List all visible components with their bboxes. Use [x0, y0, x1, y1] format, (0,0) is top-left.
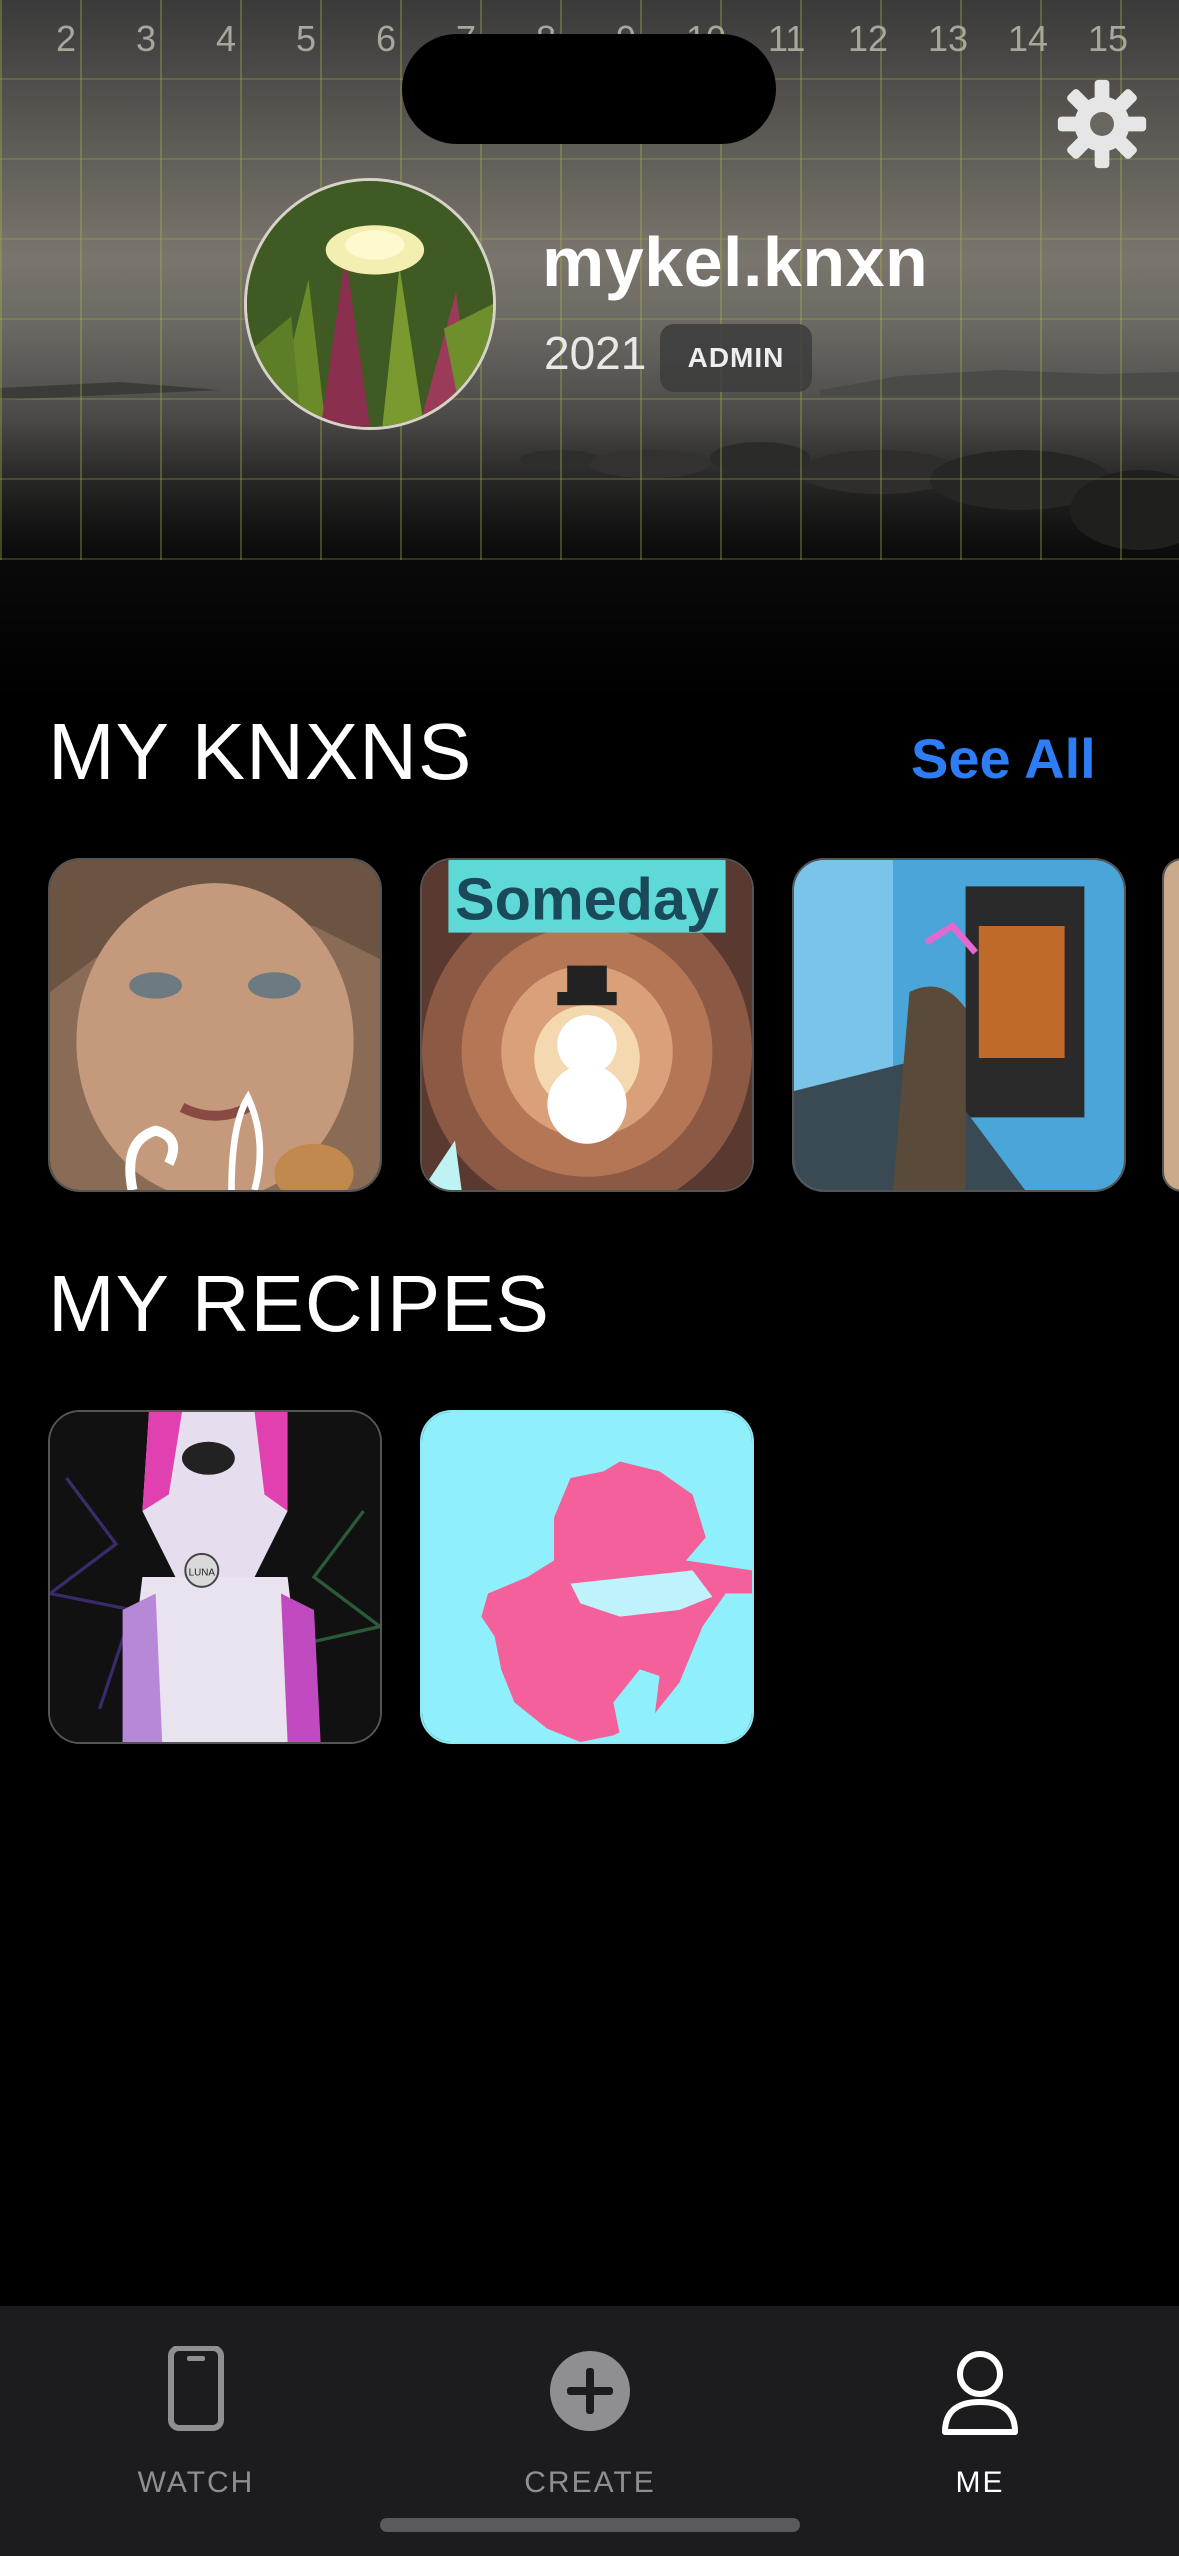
gear-icon[interactable] [1056, 78, 1148, 170]
ruler-number: 2 [56, 18, 77, 59]
someday-snowman-thumbnail: Someday [422, 860, 752, 1190]
dog-tag-text: LUNA [189, 1567, 216, 1578]
ruler-number: 14 [1008, 18, 1049, 59]
halftone-room-thumbnail [794, 860, 1124, 1190]
tab-watch[interactable]: WATCH [46, 2306, 346, 2506]
phone-icon [168, 2346, 224, 2431]
section-title-recipes: MY RECIPES [48, 1259, 550, 1348]
knxn-tile-partial[interactable] [1162, 858, 1179, 1192]
pink-blob-thumbnail [422, 1412, 752, 1742]
knxn-tile[interactable]: Someday [420, 858, 754, 1192]
ruler-number: 15 [1088, 18, 1129, 59]
ruler-number: 11 [768, 18, 806, 59]
knxn-tile[interactable] [792, 858, 1126, 1192]
see-all-link[interactable]: See All [911, 726, 1096, 791]
ruler-number: 6 [376, 18, 397, 59]
lake-rocks [520, 442, 1179, 550]
admin-badge: ADMIN [660, 324, 812, 392]
recipe-tile[interactable] [420, 1410, 754, 1744]
ruler-number: 12 [848, 18, 889, 59]
ruler-number: 4 [216, 18, 237, 59]
dynamic-island [402, 34, 776, 144]
plus-circle-icon [550, 2351, 630, 2431]
tab-create[interactable]: CREATE [440, 2306, 740, 2506]
tab-create-label: CREATE [524, 2466, 656, 2499]
partial-thumbnail [1164, 860, 1179, 1190]
knxn-tile[interactable] [48, 858, 382, 1192]
tab-watch-label: WATCH [137, 2466, 255, 2499]
portrait-woman-thumbnail [50, 860, 380, 1190]
ruler-number: 13 [928, 18, 969, 59]
home-indicator[interactable] [380, 2518, 800, 2532]
tab-me-label: ME [955, 2466, 1005, 2499]
recipe-tile[interactable]: LUNA [48, 1410, 382, 1744]
ruler-number: 3 [136, 18, 157, 59]
section-title-knxns: MY KNXNS [48, 707, 473, 796]
someday-text: Someday [455, 865, 719, 932]
dog-pop-art-thumbnail: LUNA [50, 1412, 380, 1742]
flower-avatar-image [247, 181, 493, 427]
person-icon [942, 2351, 1018, 2435]
avatar[interactable] [244, 178, 496, 430]
ruler-number: 5 [296, 18, 317, 59]
username: mykel.knxn [542, 223, 929, 301]
member-since-year: 2021 [544, 327, 647, 379]
tab-me[interactable]: ME [830, 2306, 1130, 2506]
